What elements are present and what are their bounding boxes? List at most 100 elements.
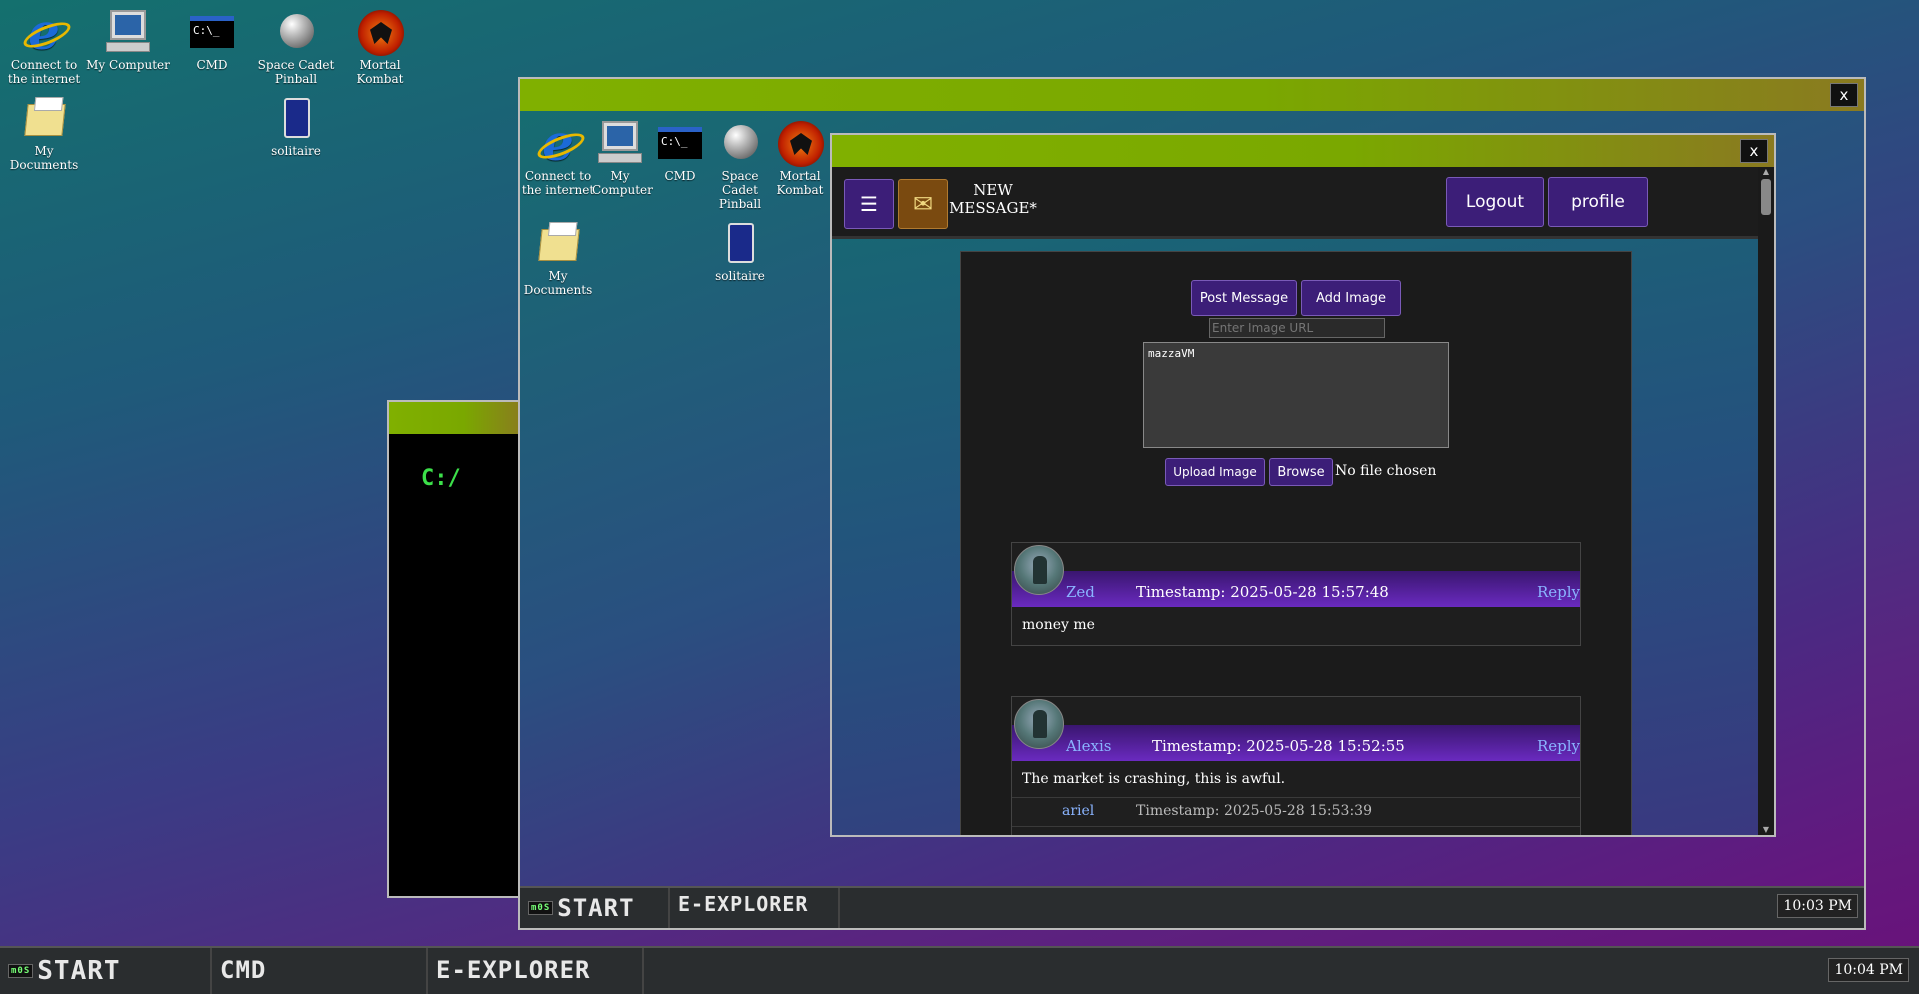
explorer-icon-cmd[interactable]: C:\_ CMD: [650, 119, 710, 183]
system-clock: 10:04 PM: [1828, 958, 1909, 982]
pinball-icon: [716, 119, 764, 167]
post-header: Alexis Timestamp: 2025-05-28 15:52:55 Re…: [1012, 697, 1580, 761]
forum-viewport: ☰ ✉ NEW MESSAGE* Logout profile Post Mes…: [832, 167, 1758, 835]
menu-button[interactable]: ☰: [844, 179, 894, 229]
reply-row: ariel Timestamp: 2025-05-28 15:53:39: [1012, 797, 1580, 827]
desktop-icon-cmd[interactable]: C:\_ CMD: [170, 8, 254, 72]
post-text: The market is crashing, this is awful.: [1022, 771, 1286, 787]
desktop-icon-internet[interactable]: e Connect to the internet: [2, 7, 86, 87]
forum-close-button[interactable]: x: [1740, 139, 1768, 163]
start-label: START: [37, 956, 121, 986]
start-button[interactable]: m0S START: [0, 948, 212, 994]
pinball-icon: [272, 8, 320, 56]
cmd-title-bar[interactable]: [389, 402, 525, 434]
taskbar-item-label: CMD: [220, 956, 267, 984]
browse-button[interactable]: Browse: [1269, 458, 1333, 486]
post-timestamp: Timestamp: 2025-05-28 15:57:48: [1136, 583, 1389, 601]
explorer-start-button[interactable]: m0S START: [520, 888, 670, 928]
post-username[interactable]: Zed: [1066, 583, 1095, 601]
terminal-icon: C:\_: [188, 8, 236, 56]
upload-image-button[interactable]: Upload Image: [1165, 458, 1265, 486]
reply-link[interactable]: Reply: [1537, 737, 1580, 755]
reply-timestamp: Timestamp: 2025-05-28 15:53:39: [1136, 803, 1372, 819]
new-message-label: NEW MESSAGE*: [949, 181, 1037, 217]
icon-label: My Documents: [9, 144, 79, 172]
solitaire-icon: [716, 219, 764, 267]
scroll-thumb[interactable]: [1761, 179, 1771, 215]
start-label: START: [557, 894, 635, 922]
computer-icon: [104, 8, 152, 56]
forum-scrollbar[interactable]: ▲ ▼: [1758, 167, 1774, 835]
computer-icon: [596, 119, 644, 167]
cmd-window[interactable]: C:/: [387, 400, 527, 898]
reply-username[interactable]: ariel: [1062, 803, 1094, 819]
explorer-icon-mortal-kombat[interactable]: Mortal Kombat: [770, 119, 830, 197]
post-header: Zed Timestamp: 2025-05-28 15:57:48 Reply: [1012, 543, 1580, 607]
desktop-icon-my-computer[interactable]: My Computer: [86, 8, 170, 72]
forum-window[interactable]: x ☰ ✉ NEW MESSAGE* Logout profile Post M…: [830, 133, 1776, 837]
explorer-close-button[interactable]: x: [1830, 83, 1858, 107]
taskbar-item-e-explorer[interactable]: E-EXPLORER: [428, 948, 644, 994]
explorer-icon-my-documents[interactable]: My Documents: [520, 219, 596, 297]
hamburger-icon: ☰: [860, 192, 878, 216]
icon-label: Space Cadet Pinball: [257, 58, 335, 86]
icon-label: solitaire: [715, 269, 765, 283]
avatar: [1014, 699, 1064, 749]
message-textarea[interactable]: [1143, 342, 1449, 448]
icon-label: My Documents: [523, 269, 593, 297]
icon-label: Mortal Kombat: [356, 58, 404, 86]
icon-label: CMD: [664, 169, 696, 183]
post: Zed Timestamp: 2025-05-28 15:57:48 Reply…: [1011, 542, 1581, 646]
icon-label: My Computer: [86, 58, 170, 72]
explorer-taskbar: m0S START E-EXPLORER 10:03 PM: [520, 886, 1864, 928]
image-url-input[interactable]: [1209, 318, 1385, 338]
taskbar-item-label: E-EXPLORER: [678, 892, 809, 916]
scroll-down-arrow-icon[interactable]: ▼: [1758, 825, 1774, 835]
icon-label: Space Cadet Pinball: [718, 169, 762, 211]
post-text: money me: [1022, 617, 1095, 633]
forum-nav: ☰ ✉ NEW MESSAGE* Logout profile: [832, 167, 1758, 239]
explorer-window[interactable]: x e Connect to the internet My Computer …: [518, 77, 1866, 930]
explorer-icon-pinball[interactable]: Space Cadet Pinball: [710, 119, 770, 211]
explorer-taskbar-item[interactable]: E-EXPLORER: [670, 888, 840, 928]
reply-link[interactable]: Reply: [1537, 583, 1580, 601]
dragon-logo-icon: [356, 8, 404, 56]
post-username[interactable]: Alexis: [1066, 737, 1111, 755]
solitaire-icon: [272, 94, 320, 142]
profile-button[interactable]: profile: [1548, 177, 1648, 227]
internet-explorer-icon: e: [20, 7, 68, 57]
post-message-button[interactable]: Post Message: [1191, 280, 1297, 316]
avatar: [1014, 545, 1064, 595]
icon-label: CMD: [196, 58, 228, 72]
explorer-icon-internet[interactable]: e Connect to the internet: [520, 118, 596, 198]
icon-label: Connect to the internet: [521, 169, 595, 197]
taskbar-item-cmd[interactable]: CMD: [212, 948, 428, 994]
icon-label: Connect to the internet: [7, 58, 81, 86]
explorer-clock: 10:03 PM: [1777, 894, 1858, 918]
icon-label: Mortal Kombat: [776, 169, 824, 197]
icon-label: My Computer: [592, 169, 653, 197]
logout-button[interactable]: Logout: [1446, 177, 1544, 227]
explorer-title-bar[interactable]: x: [520, 79, 1864, 111]
forum-main-panel: Post Message Add Image Upload Image Brow…: [960, 251, 1632, 835]
file-status: No file chosen: [1335, 463, 1437, 479]
explorer-icon-my-computer[interactable]: My Computer: [592, 119, 653, 197]
forum-title-bar[interactable]: x: [832, 135, 1774, 167]
terminal-icon: C:\_: [656, 119, 704, 167]
add-image-button[interactable]: Add Image: [1301, 280, 1401, 316]
icon-label: solitaire: [271, 144, 321, 158]
taskbar-item-label: E-EXPLORER: [436, 956, 591, 984]
desktop-icon-mortal-kombat[interactable]: Mortal Kombat: [338, 8, 422, 86]
main-taskbar: m0S START CMD E-EXPLORER 10:04 PM: [0, 946, 1919, 994]
dragon-logo-icon: [776, 119, 824, 167]
desktop-icon-pinball[interactable]: Space Cadet Pinball: [254, 8, 338, 86]
internet-explorer-icon: e: [534, 118, 582, 168]
folder-icon: [534, 219, 582, 267]
desktop-icon-solitaire[interactable]: solitaire: [254, 94, 338, 158]
scroll-up-arrow-icon[interactable]: ▲: [1758, 167, 1774, 177]
envelope-icon: ✉: [912, 190, 934, 218]
explorer-icon-solitaire[interactable]: solitaire: [710, 219, 770, 283]
folder-icon: [20, 94, 68, 142]
desktop-icon-my-documents[interactable]: My Documents: [2, 94, 86, 172]
new-message-button[interactable]: ✉: [898, 179, 948, 229]
